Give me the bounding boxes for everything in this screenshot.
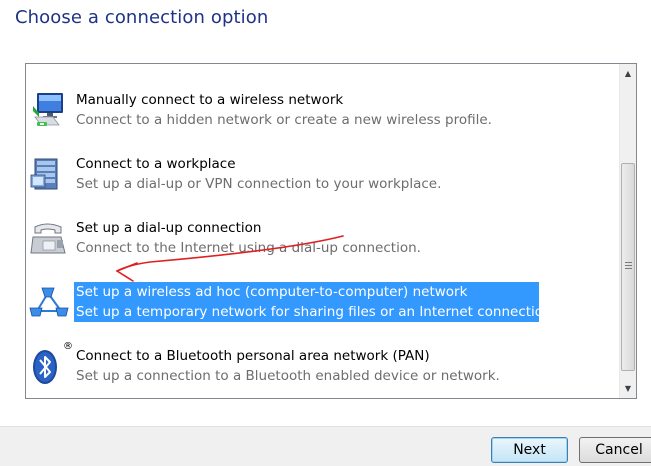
option-description: Set up a temporary network for sharing f… <box>74 302 556 322</box>
next-button[interactable]: Next <box>491 437 568 463</box>
option-dialup[interactable]: Set up a dial-up connection Connect to t… <box>29 219 569 265</box>
option-workplace[interactable]: Connect to a workplace Set up a dial-up … <box>29 155 569 201</box>
option-title: Connect to a Bluetooth personal area net… <box>76 348 430 364</box>
vertical-scrollbar[interactable]: ▲ ▼ <box>619 64 636 398</box>
cancel-button[interactable]: Cancel <box>579 437 651 463</box>
option-description: Set up a dial-up or VPN connection to yo… <box>76 176 442 192</box>
workplace-server-icon <box>29 155 69 195</box>
scroll-down-button[interactable]: ▼ <box>620 380 636 397</box>
adhoc-network-icon <box>29 283 69 323</box>
page-title: Choose a connection option <box>15 7 269 28</box>
button-bar: Next Cancel <box>0 426 651 466</box>
option-title: Set up a dial-up connection <box>76 220 262 236</box>
arrow-down-icon: ▼ <box>624 384 632 393</box>
registered-mark: ® <box>63 341 73 352</box>
option-title: Set up a wireless ad hoc (computer-to-co… <box>74 282 539 302</box>
option-title: Connect to a workplace <box>76 156 236 172</box>
bluetooth-icon <box>29 347 69 387</box>
grip-icon <box>625 262 632 271</box>
option-title: Manually connect to a wireless network <box>76 92 344 108</box>
scroll-up-button[interactable]: ▲ <box>620 65 636 82</box>
option-manual-wireless[interactable]: Manually connect to a wireless network C… <box>29 91 569 137</box>
option-description: Connect to the Internet using a dial-up … <box>76 240 421 256</box>
scroll-thumb[interactable] <box>621 163 635 371</box>
connection-options-list[interactable]: Manually connect to a wireless network C… <box>25 63 637 399</box>
option-description: Set up a connection to a Bluetooth enabl… <box>76 368 500 384</box>
arrow-up-icon: ▲ <box>624 69 632 78</box>
telephone-icon <box>29 219 69 259</box>
wireless-network-icon <box>29 91 69 131</box>
option-bluetooth-pan[interactable]: ® Connect to a Bluetooth personal area n… <box>29 341 569 393</box>
option-adhoc-network[interactable]: Set up a wireless ad hoc (computer-to-co… <box>29 282 569 329</box>
option-description: Connect to a hidden network or create a … <box>76 112 492 128</box>
